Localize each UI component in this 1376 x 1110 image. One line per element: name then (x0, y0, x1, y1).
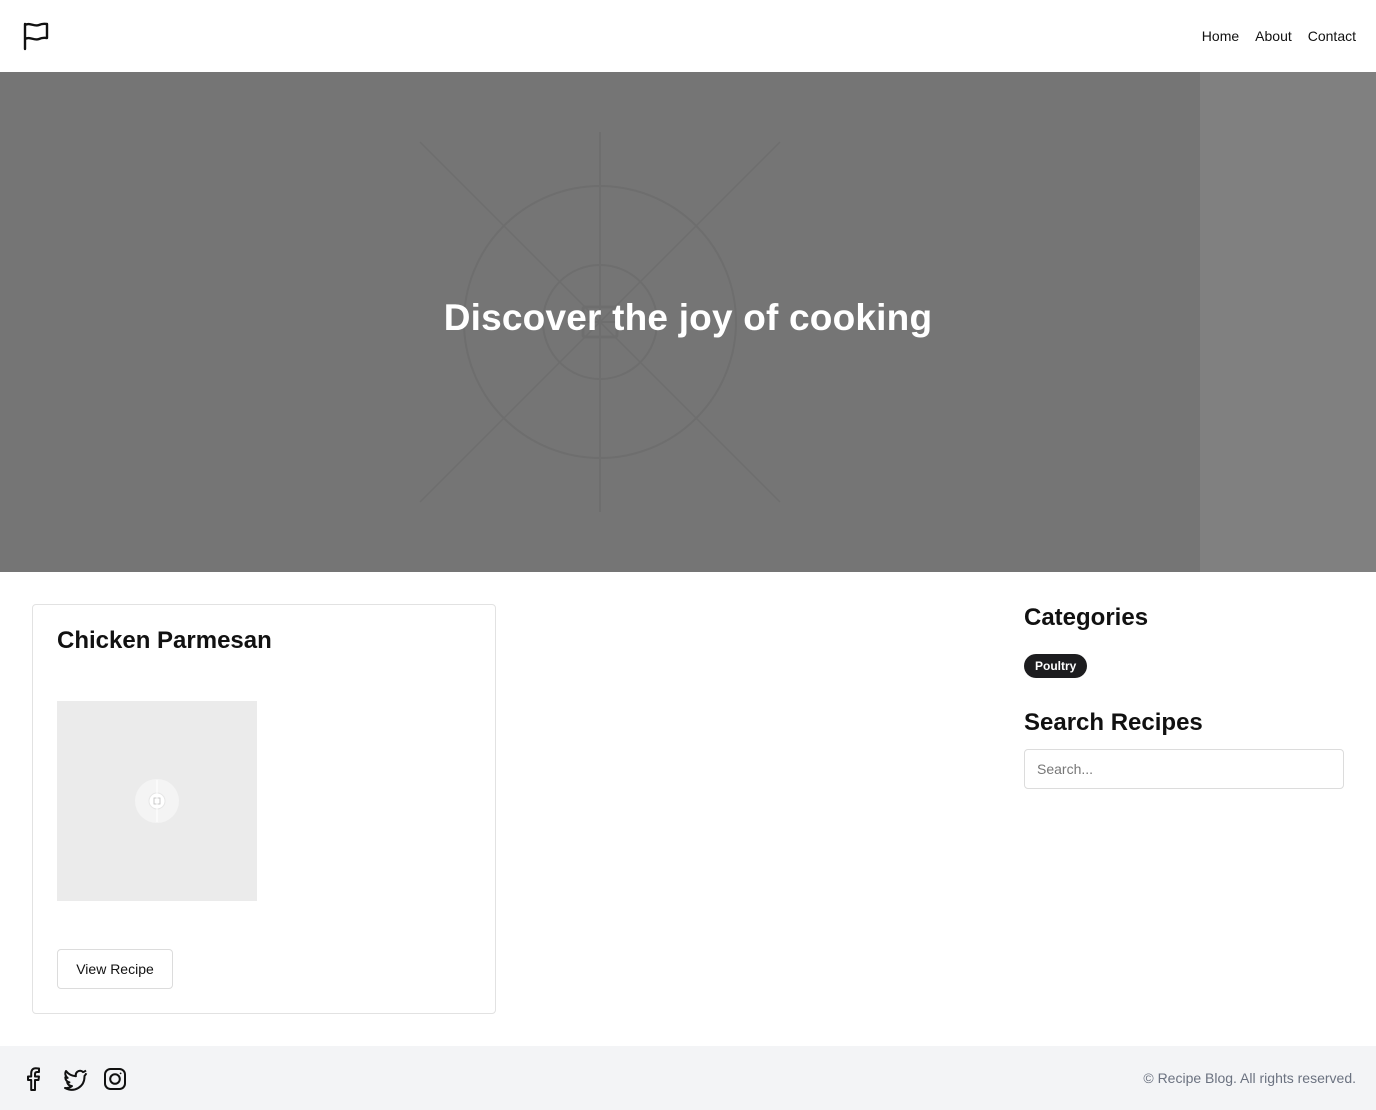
nav-home[interactable]: Home (1202, 28, 1239, 44)
hero-title: Discover the joy of cooking (443, 297, 933, 338)
nav-about[interactable]: About (1255, 28, 1292, 44)
site-header: Home About Contact (0, 0, 1376, 72)
recipe-title: Chicken Parmesan (57, 627, 272, 654)
image-placeholder-icon (135, 779, 179, 823)
flag-icon (23, 22, 49, 51)
facebook-link[interactable] (22, 1066, 48, 1092)
search-heading: Search Recipes (1024, 709, 1203, 736)
copyright-text: © Recipe Blog. All rights reserved. (1143, 1070, 1356, 1086)
social-links (22, 1066, 128, 1092)
category-tag-poultry[interactable]: Poultry (1024, 654, 1088, 678)
twitter-link[interactable] (62, 1066, 88, 1092)
instagram-link[interactable] (102, 1066, 128, 1092)
twitter-icon (64, 1069, 88, 1091)
facebook-icon (27, 1067, 40, 1091)
recipe-image (57, 701, 257, 901)
search-input[interactable] (1024, 749, 1344, 789)
categories-heading: Categories (1024, 604, 1149, 631)
nav-contact[interactable]: Contact (1308, 28, 1356, 44)
hero-section: Discover the joy of cooking (0, 72, 1376, 572)
site-footer: © Recipe Blog. All rights reserved. (0, 1046, 1376, 1110)
main-nav: Home About Contact (1202, 0, 1356, 72)
recipe-card: Chicken Parmesan View Recipe (32, 604, 496, 1014)
view-recipe-button[interactable]: View Recipe (57, 949, 173, 989)
instagram-icon (104, 1068, 126, 1090)
